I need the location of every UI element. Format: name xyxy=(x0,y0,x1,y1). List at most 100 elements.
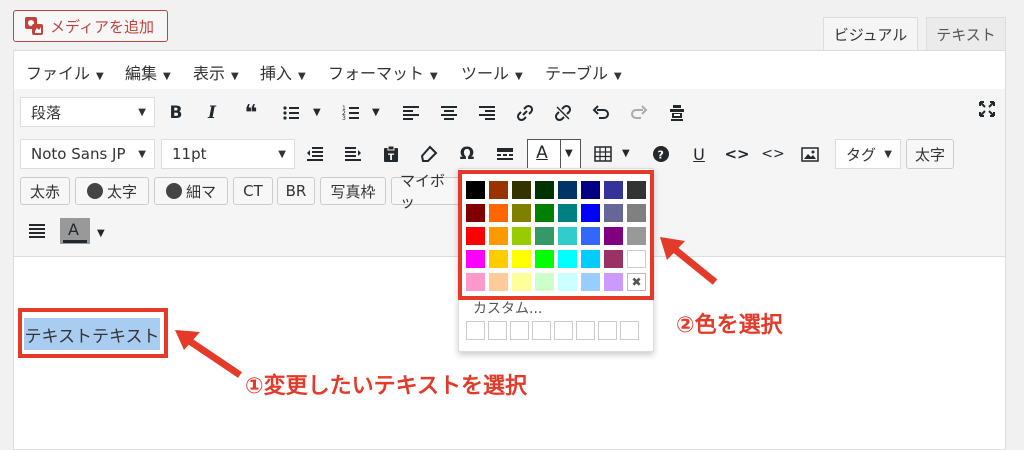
chevron-down-icon: ▼ xyxy=(614,71,622,82)
tab-text[interactable]: テキスト xyxy=(926,17,1006,51)
align-right-icon[interactable] xyxy=(476,102,498,124)
align-center-icon[interactable] xyxy=(438,102,460,124)
br-button[interactable]: BR xyxy=(277,177,315,205)
link-icon[interactable] xyxy=(514,102,536,124)
svg-text:T: T xyxy=(388,153,395,163)
red-bold-button[interactable]: 太赤 xyxy=(20,177,70,205)
custom-color-swatch[interactable] xyxy=(466,321,485,340)
underline-icon[interactable]: U xyxy=(688,143,710,165)
menu-insert[interactable]: 挿入 ▼ xyxy=(260,60,306,84)
bold-icon[interactable]: B xyxy=(165,102,187,124)
menu-view-label: 表示 xyxy=(193,64,226,83)
menu-view[interactable]: 表示 ▼ xyxy=(193,60,239,84)
blockquote-icon[interactable]: ❝ xyxy=(240,101,262,126)
omega-icon[interactable]: Ω xyxy=(456,143,478,165)
outdent-icon[interactable] xyxy=(304,143,326,165)
custom-color-swatch[interactable] xyxy=(598,321,617,340)
font-family-value: Noto Sans JP xyxy=(31,145,126,163)
user-bold-button[interactable]: 太字 xyxy=(75,177,149,205)
svg-text:3: 3 xyxy=(342,115,346,122)
html-code-icon[interactable]: <> xyxy=(761,143,784,165)
format-select-value: 段落 xyxy=(31,103,62,122)
toolbar-toggle-icon[interactable] xyxy=(666,102,688,124)
eraser-icon[interactable] xyxy=(418,143,440,165)
user-bold-label: 太字 xyxy=(106,182,137,201)
chevron-down-icon: ▼ xyxy=(138,148,146,160)
undo-icon[interactable] xyxy=(590,102,612,124)
image-icon[interactable] xyxy=(799,143,821,165)
add-media-label: メディアを追加 xyxy=(50,17,154,36)
highlight-box-colors xyxy=(458,170,654,300)
annotation-step2: ②色を選択 xyxy=(676,313,783,338)
menu-file[interactable]: ファイル ▼ xyxy=(26,60,104,84)
custom-color-swatch[interactable] xyxy=(510,321,529,340)
italic-icon[interactable]: I xyxy=(201,102,223,124)
chevron-down-icon: ▼ xyxy=(163,71,171,82)
chevron-down-icon[interactable]: ▼ xyxy=(372,107,380,118)
tab-visual[interactable]: ビジュアル xyxy=(823,17,918,51)
font-size-select[interactable]: 11pt ▼ xyxy=(161,139,295,169)
user-icon xyxy=(165,183,182,199)
redo-icon[interactable] xyxy=(628,102,650,124)
background-color-button[interactable]: A xyxy=(60,218,90,244)
color-bar xyxy=(63,240,87,243)
align-left-icon[interactable] xyxy=(400,102,422,124)
custom-color-swatch[interactable] xyxy=(532,321,551,340)
menu-table[interactable]: テーブル ▼ xyxy=(545,60,622,84)
chevron-down-icon: ▼ xyxy=(138,106,146,118)
menu-format[interactable]: フォーマット ▼ xyxy=(328,60,438,84)
my-box-button[interactable]: マイボッ xyxy=(391,172,466,211)
table-icon[interactable] xyxy=(592,143,614,165)
custom-color-swatch[interactable] xyxy=(488,321,507,340)
bold-tag-button[interactable]: 太字 xyxy=(906,139,955,169)
ct-button[interactable]: CT xyxy=(233,177,273,205)
svg-text:?: ? xyxy=(658,149,664,162)
chevron-down-icon: ▼ xyxy=(430,71,438,82)
user-icon xyxy=(86,183,103,199)
highlight-box-text xyxy=(18,308,168,358)
paragraph-lines-icon[interactable] xyxy=(26,220,48,242)
tag-select-value: タグ xyxy=(846,145,877,164)
user-thin-button[interactable]: 細マ xyxy=(154,177,228,205)
background-color-icon: A xyxy=(68,220,79,239)
custom-color-swatch[interactable] xyxy=(620,321,639,340)
custom-color-swatch[interactable] xyxy=(576,321,595,340)
bullet-list-icon[interactable] xyxy=(280,102,302,124)
chevron-down-icon[interactable]: ▼ xyxy=(565,148,573,159)
menu-tools[interactable]: ツール ▼ xyxy=(461,60,523,84)
chevron-down-icon[interactable]: ▼ xyxy=(97,228,105,239)
tag-select[interactable]: タグ ▼ xyxy=(835,139,901,169)
chevron-down-icon[interactable]: ▼ xyxy=(313,107,321,118)
photo-frame-button[interactable]: 写真枠 xyxy=(320,177,386,205)
split-divider xyxy=(560,139,561,169)
help-icon[interactable]: ? xyxy=(650,143,672,165)
user-thin-label: 細マ xyxy=(185,182,216,201)
media-icon xyxy=(25,17,43,35)
chevron-down-icon[interactable]: ▼ xyxy=(622,148,630,159)
custom-color-swatch[interactable] xyxy=(554,321,573,340)
add-media-button[interactable]: メディアを追加 xyxy=(13,10,168,42)
indent-icon[interactable] xyxy=(342,143,364,165)
annotation-step1: ①変更したいテキストを選択 xyxy=(245,374,527,399)
chevron-down-icon: ▼ xyxy=(298,71,306,82)
numbered-list-icon[interactable]: 123 xyxy=(340,102,362,124)
menu-table-label: テーブル xyxy=(545,64,609,83)
code-icon[interactable]: <> xyxy=(724,143,749,165)
text-color-icon[interactable]: A xyxy=(531,142,553,164)
chevron-down-icon: ▼ xyxy=(515,71,523,82)
font-size-value: 11pt xyxy=(172,145,207,163)
font-family-select[interactable]: Noto Sans JP ▼ xyxy=(20,139,155,169)
menu-edit[interactable]: 編集 ▼ xyxy=(125,60,171,84)
menu-insert-label: 挿入 xyxy=(260,64,293,83)
menu-format-label: フォーマット xyxy=(328,64,425,83)
custom-color-label[interactable]: カスタム... xyxy=(473,298,542,318)
chevron-down-icon: ▼ xyxy=(278,148,286,160)
more-tag-icon[interactable] xyxy=(494,143,516,165)
format-select[interactable]: 段落 ▼ xyxy=(20,97,155,127)
paste-text-icon[interactable]: T xyxy=(380,143,402,165)
fullscreen-icon[interactable] xyxy=(976,98,998,120)
chevron-down-icon: ▼ xyxy=(96,71,104,82)
unlink-icon[interactable] xyxy=(552,102,574,124)
chevron-down-icon: ▼ xyxy=(884,148,892,160)
menu-tools-label: ツール xyxy=(461,64,510,83)
